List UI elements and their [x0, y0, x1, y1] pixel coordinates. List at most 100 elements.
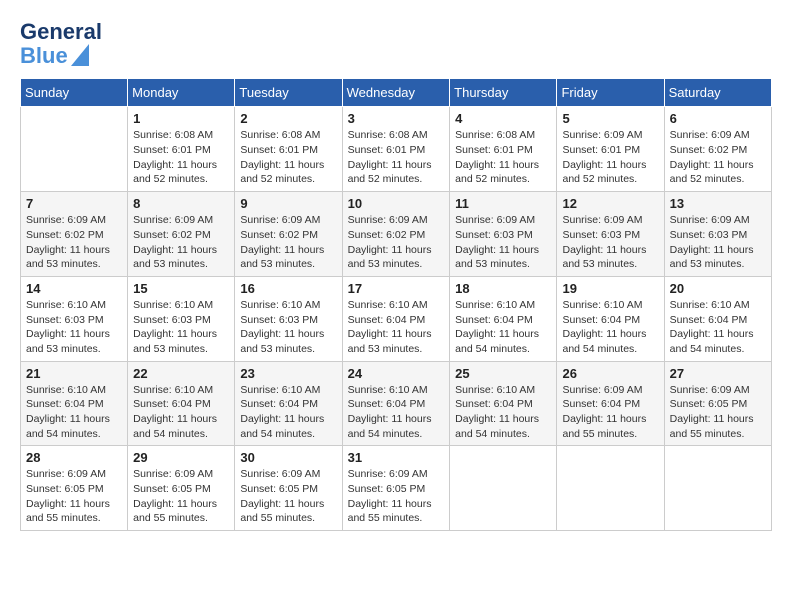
day-info: Sunrise: 6:10 AM Sunset: 6:03 PM Dayligh… [240, 298, 336, 357]
day-number: 23 [240, 366, 336, 381]
calendar-header-tuesday: Tuesday [235, 79, 342, 107]
day-info: Sunrise: 6:09 AM Sunset: 6:02 PM Dayligh… [348, 213, 445, 272]
calendar-table: SundayMondayTuesdayWednesdayThursdayFrid… [20, 78, 772, 531]
calendar-cell: 23Sunrise: 6:10 AM Sunset: 6:04 PM Dayli… [235, 361, 342, 446]
calendar-week-row: 14Sunrise: 6:10 AM Sunset: 6:03 PM Dayli… [21, 276, 772, 361]
day-info: Sunrise: 6:10 AM Sunset: 6:03 PM Dayligh… [26, 298, 122, 357]
calendar-header-thursday: Thursday [450, 79, 557, 107]
calendar-cell: 12 Sunrise: 6:09 AM Sunset: 6:03 PM Dayli… [557, 192, 664, 277]
day-number: 26 [562, 366, 658, 381]
day-number: 24 [348, 366, 445, 381]
calendar-cell: 7 Sunrise: 6:09 AM Sunset: 6:02 PM Daylig… [21, 192, 128, 277]
day-number: 2 [240, 111, 336, 126]
day-number: 10 [348, 196, 445, 211]
calendar-cell: 10 Sunrise: 6:09 AM Sunset: 6:02 PM Dayli… [342, 192, 450, 277]
calendar-cell [557, 446, 664, 531]
calendar-cell: 1 Sunrise: 6:08 AM Sunset: 6:01 PM Daylig… [128, 107, 235, 192]
day-number: 6 [670, 111, 766, 126]
calendar-cell: 5Sunrise: 6:09 AM Sunset: 6:01 PM Daylig… [557, 107, 664, 192]
day-info: Sunrise: 6:09 AM Sunset: 6:03 PM Dayligh… [455, 213, 551, 272]
day-number: 4 [455, 111, 551, 126]
calendar-cell: 3Sunrise: 6:08 AM Sunset: 6:01 PM Daylig… [342, 107, 450, 192]
day-number: 22 [133, 366, 229, 381]
day-info: Sunrise: 6:09 AM Sunset: 6:05 PM Dayligh… [348, 467, 445, 526]
day-info: Sunrise: 6:10 AM Sunset: 6:04 PM Dayligh… [455, 383, 551, 442]
day-info: Sunrise: 6:09 AM Sunset: 6:02 PM Dayligh… [26, 213, 122, 272]
calendar-cell: 19 Sunrise: 6:10 AM Sunset: 6:04 PM Dayli… [557, 276, 664, 361]
day-number: 27 [670, 366, 766, 381]
day-info: Sunrise: 6:09 AM Sunset: 6:02 PM Dayligh… [240, 213, 336, 272]
day-info: Sunrise: 6:10 AM Sunset: 6:04 PM Dayligh… [670, 298, 766, 357]
logo-text-general: General [20, 20, 102, 44]
calendar-cell: 22 Sunrise: 6:10 AM Sunset: 6:04 PM Dayli… [128, 361, 235, 446]
day-number: 18 [455, 281, 551, 296]
header: General Blue [20, 20, 772, 68]
calendar-cell: 14Sunrise: 6:10 AM Sunset: 6:03 PM Dayli… [21, 276, 128, 361]
calendar-week-row: 28 Sunrise: 6:09 AM Sunset: 6:05 PM Dayli… [21, 446, 772, 531]
day-number: 30 [240, 450, 336, 465]
calendar-cell: 27 Sunrise: 6:09 AM Sunset: 6:05 PM Dayli… [664, 361, 771, 446]
calendar-cell: 31 Sunrise: 6:09 AM Sunset: 6:05 PM Dayli… [342, 446, 450, 531]
calendar-cell: 8 Sunrise: 6:09 AM Sunset: 6:02 PM Daylig… [128, 192, 235, 277]
day-number: 17 [348, 281, 445, 296]
calendar-cell: 18 Sunrise: 6:10 AM Sunset: 6:04 PM Dayli… [450, 276, 557, 361]
day-number: 21 [26, 366, 122, 381]
calendar-cell [450, 446, 557, 531]
day-number: 19 [562, 281, 658, 296]
logo: General Blue [20, 20, 104, 68]
calendar-cell: 9 Sunrise: 6:09 AM Sunset: 6:02 PM Daylig… [235, 192, 342, 277]
day-info: Sunrise: 6:09 AM Sunset: 6:02 PM Dayligh… [133, 213, 229, 272]
calendar-week-row: 7 Sunrise: 6:09 AM Sunset: 6:02 PM Daylig… [21, 192, 772, 277]
calendar-week-row: 1 Sunrise: 6:08 AM Sunset: 6:01 PM Daylig… [21, 107, 772, 192]
calendar-cell: 20Sunrise: 6:10 AM Sunset: 6:04 PM Dayli… [664, 276, 771, 361]
calendar-header-saturday: Saturday [664, 79, 771, 107]
calendar-header-friday: Friday [557, 79, 664, 107]
calendar-cell: 30 Sunrise: 6:09 AM Sunset: 6:05 PM Dayli… [235, 446, 342, 531]
day-info: Sunrise: 6:10 AM Sunset: 6:04 PM Dayligh… [26, 383, 122, 442]
day-number: 12 [562, 196, 658, 211]
day-info: Sunrise: 6:09 AM Sunset: 6:05 PM Dayligh… [133, 467, 229, 526]
day-number: 25 [455, 366, 551, 381]
calendar-cell: 29Sunrise: 6:09 AM Sunset: 6:05 PM Dayli… [128, 446, 235, 531]
day-number: 31 [348, 450, 445, 465]
day-number: 8 [133, 196, 229, 211]
day-info: Sunrise: 6:10 AM Sunset: 6:04 PM Dayligh… [348, 383, 445, 442]
day-info: Sunrise: 6:10 AM Sunset: 6:04 PM Dayligh… [133, 383, 229, 442]
day-info: Sunrise: 6:09 AM Sunset: 6:05 PM Dayligh… [670, 383, 766, 442]
calendar-cell [664, 446, 771, 531]
day-info: Sunrise: 6:10 AM Sunset: 6:04 PM Dayligh… [562, 298, 658, 357]
calendar-header-row: SundayMondayTuesdayWednesdayThursdayFrid… [21, 79, 772, 107]
day-info: Sunrise: 6:10 AM Sunset: 6:03 PM Dayligh… [133, 298, 229, 357]
calendar-week-row: 21 Sunrise: 6:10 AM Sunset: 6:04 PM Dayli… [21, 361, 772, 446]
day-info: Sunrise: 6:08 AM Sunset: 6:01 PM Dayligh… [133, 128, 229, 187]
logo-text-blue: Blue [20, 44, 68, 68]
day-number: 11 [455, 196, 551, 211]
calendar-cell: 6Sunrise: 6:09 AM Sunset: 6:02 PM Daylig… [664, 107, 771, 192]
calendar-header-wednesday: Wednesday [342, 79, 450, 107]
calendar-cell [21, 107, 128, 192]
day-info: Sunrise: 6:08 AM Sunset: 6:01 PM Dayligh… [240, 128, 336, 187]
day-info: Sunrise: 6:09 AM Sunset: 6:05 PM Dayligh… [240, 467, 336, 526]
calendar-cell: 21 Sunrise: 6:10 AM Sunset: 6:04 PM Dayli… [21, 361, 128, 446]
day-number: 9 [240, 196, 336, 211]
day-info: Sunrise: 6:09 AM Sunset: 6:05 PM Dayligh… [26, 467, 122, 526]
day-info: Sunrise: 6:10 AM Sunset: 6:04 PM Dayligh… [455, 298, 551, 357]
calendar-cell: 24 Sunrise: 6:10 AM Sunset: 6:04 PM Dayli… [342, 361, 450, 446]
day-number: 7 [26, 196, 122, 211]
calendar-cell: 17Sunrise: 6:10 AM Sunset: 6:04 PM Dayli… [342, 276, 450, 361]
calendar-header-monday: Monday [128, 79, 235, 107]
day-info: Sunrise: 6:09 AM Sunset: 6:01 PM Dayligh… [562, 128, 658, 187]
day-info: Sunrise: 6:09 AM Sunset: 6:03 PM Dayligh… [670, 213, 766, 272]
day-info: Sunrise: 6:09 AM Sunset: 6:04 PM Dayligh… [562, 383, 658, 442]
logo-triangle-icon [71, 44, 89, 66]
calendar-cell: 4Sunrise: 6:08 AM Sunset: 6:01 PM Daylig… [450, 107, 557, 192]
day-info: Sunrise: 6:09 AM Sunset: 6:03 PM Dayligh… [562, 213, 658, 272]
day-number: 1 [133, 111, 229, 126]
calendar-cell: 26 Sunrise: 6:09 AM Sunset: 6:04 PM Dayli… [557, 361, 664, 446]
day-number: 15 [133, 281, 229, 296]
calendar-cell: 15 Sunrise: 6:10 AM Sunset: 6:03 PM Dayli… [128, 276, 235, 361]
day-number: 28 [26, 450, 122, 465]
calendar-cell: 25 Sunrise: 6:10 AM Sunset: 6:04 PM Dayli… [450, 361, 557, 446]
day-number: 13 [670, 196, 766, 211]
calendar-cell: 16Sunrise: 6:10 AM Sunset: 6:03 PM Dayli… [235, 276, 342, 361]
